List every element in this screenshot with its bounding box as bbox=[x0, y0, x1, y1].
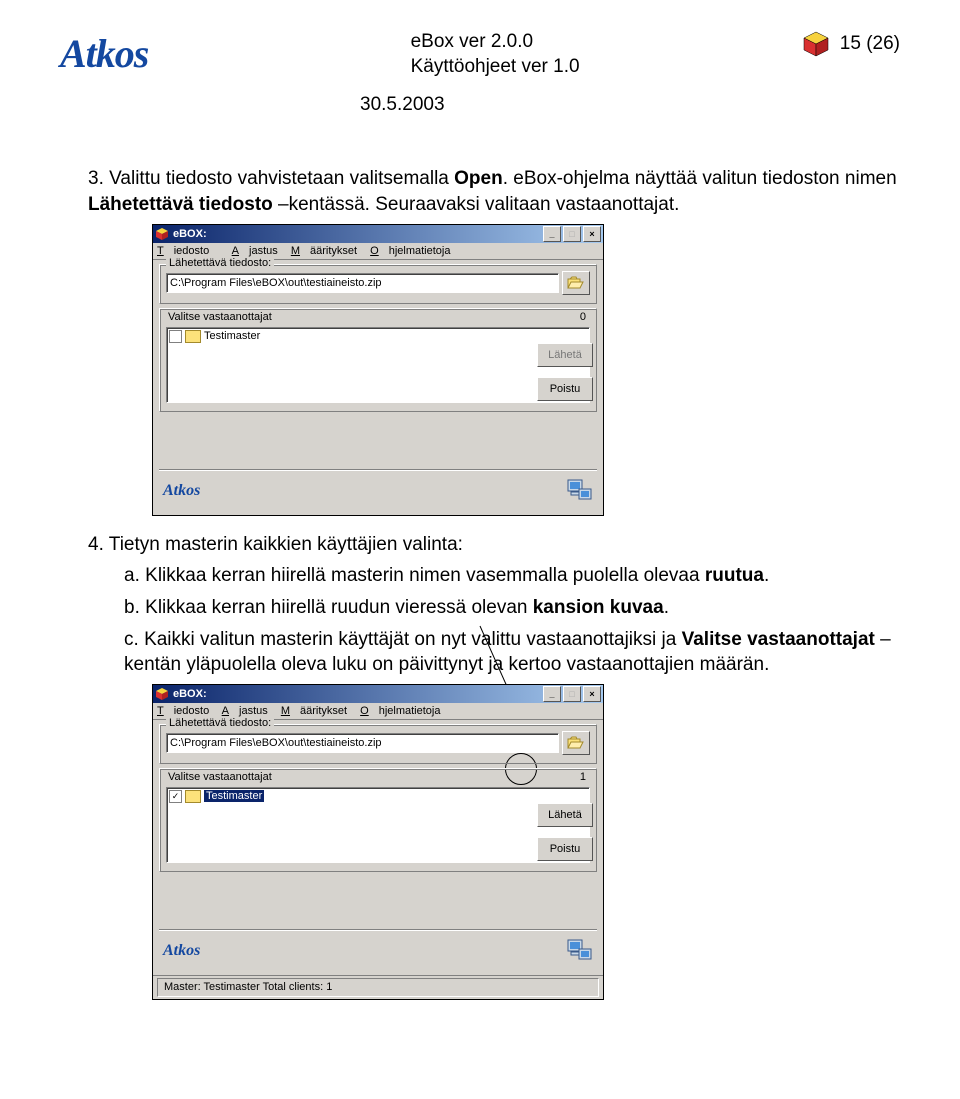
ebox-window-2: eBOX: _ □ × Tiedosto Ajastus Määritykset… bbox=[152, 684, 604, 1000]
file-groupbox: Lähetettävä tiedosto: C:\Program Files\e… bbox=[159, 724, 597, 764]
page-number: 15 (26) bbox=[840, 33, 900, 55]
brand-label: Atkos bbox=[163, 482, 200, 500]
menu-tiedosto[interactable]: Tiedosto bbox=[157, 705, 209, 717]
page-header: Atkos eBox ver 2.0.0 Käyttöohjeet ver 1.… bbox=[60, 30, 900, 79]
recipients-groupbox: Valitse vastaanottajat 0 Testimaster bbox=[159, 308, 597, 412]
statusbar: Master: Testimaster Total clients: 1 bbox=[153, 975, 603, 999]
header-line2: Käyttöohjeet ver 1.0 bbox=[411, 55, 580, 80]
menu-ajastus[interactable]: Ajastus bbox=[222, 705, 268, 717]
titlebar[interactable]: eBOX: _ □ × bbox=[153, 685, 603, 703]
list-item[interactable]: ✓ Testimaster bbox=[169, 790, 587, 803]
browse-button[interactable] bbox=[562, 731, 590, 755]
recipients-count: 1 bbox=[580, 771, 586, 783]
recipients-label: Valitse vastaanottajat bbox=[168, 311, 272, 323]
step-4: 4. Tietyn masterin kaikkien käyttäjien v… bbox=[88, 532, 900, 558]
file-group-label: Lähetettävä tiedosto: bbox=[166, 257, 274, 269]
folder-icon[interactable] bbox=[185, 790, 201, 803]
recipients-groupbox: Valitse vastaanottajat 1 ✓ Testimaster bbox=[159, 768, 597, 872]
step-3: 3. Valittu tiedosto vahvistetaan valitse… bbox=[88, 166, 900, 217]
minimize-button[interactable]: _ bbox=[543, 686, 561, 702]
menu-maaritykset[interactable]: Määritykset bbox=[291, 245, 357, 257]
header-info: eBox ver 2.0.0 Käyttöohjeet ver 1.0 bbox=[411, 30, 580, 79]
window-footer: Atkos bbox=[159, 930, 597, 971]
close-button[interactable]: × bbox=[583, 686, 601, 702]
computer-icon bbox=[565, 937, 593, 965]
ebox-window-1: eBOX: _ □ × Tiedosto Ajastus Määritykset… bbox=[152, 224, 604, 516]
menu-maaritykset[interactable]: Määritykset bbox=[281, 705, 347, 717]
maximize-button[interactable]: □ bbox=[563, 686, 581, 702]
folder-icon[interactable] bbox=[185, 330, 201, 343]
step-4b: b. Klikkaa kerran hiirellä ruudun vieres… bbox=[124, 595, 900, 621]
menu-ohjelmatietoja[interactable]: Ohjelmatietoja bbox=[370, 245, 450, 257]
brand-label: Atkos bbox=[163, 942, 200, 960]
cube-icon bbox=[802, 30, 830, 58]
open-folder-icon bbox=[567, 735, 585, 751]
logo: Atkos bbox=[60, 30, 148, 77]
exit-button[interactable]: Poistu bbox=[537, 837, 593, 861]
file-path-field[interactable]: C:\Program Files\eBOX\out\testiaineisto.… bbox=[166, 733, 559, 753]
header-right: 15 (26) bbox=[802, 30, 900, 58]
file-group-label: Lähetettävä tiedosto: bbox=[166, 717, 274, 729]
item-label: Testimaster bbox=[204, 790, 264, 802]
browse-button[interactable] bbox=[562, 271, 590, 295]
close-button[interactable]: × bbox=[583, 226, 601, 242]
file-path-field[interactable]: C:\Program Files\eBOX\out\testiaineisto.… bbox=[166, 273, 559, 293]
window-title: eBOX: bbox=[173, 688, 207, 700]
item-label: Testimaster bbox=[204, 330, 260, 342]
list-item[interactable]: Testimaster bbox=[169, 330, 587, 343]
window-title: eBOX: bbox=[173, 228, 207, 240]
open-folder-icon bbox=[567, 275, 585, 291]
minimize-button[interactable]: _ bbox=[543, 226, 561, 242]
file-groupbox: Lähetettävä tiedosto: C:\Program Files\e… bbox=[159, 264, 597, 304]
header-line1: eBox ver 2.0.0 bbox=[411, 30, 580, 55]
menu-ohjelmatietoja[interactable]: Ohjelmatietoja bbox=[360, 705, 440, 717]
app-icon bbox=[155, 227, 169, 241]
send-button[interactable]: Lähetä bbox=[537, 803, 593, 827]
item-checkbox[interactable] bbox=[169, 330, 182, 343]
menu-ajastus[interactable]: Ajastus bbox=[232, 245, 278, 257]
exit-button[interactable]: Poistu bbox=[537, 377, 593, 401]
recipients-listbox[interactable]: ✓ Testimaster bbox=[166, 787, 590, 863]
maximize-button[interactable]: □ bbox=[563, 226, 581, 242]
recipients-label: Valitse vastaanottajat bbox=[168, 771, 272, 783]
item-checkbox[interactable]: ✓ bbox=[169, 790, 182, 803]
computer-icon bbox=[565, 477, 593, 505]
menu-tiedosto[interactable]: Tiedosto bbox=[157, 245, 219, 257]
step-4a: a. Klikkaa kerran hiirellä masterin nime… bbox=[124, 563, 900, 589]
document-date: 30.5.2003 bbox=[360, 94, 900, 116]
status-text: Master: Testimaster Total clients: 1 bbox=[157, 978, 599, 997]
recipients-count: 0 bbox=[580, 311, 586, 323]
send-button[interactable]: Lähetä bbox=[537, 343, 593, 367]
window-footer: Atkos bbox=[159, 470, 597, 511]
app-icon bbox=[155, 687, 169, 701]
recipients-listbox[interactable]: Testimaster bbox=[166, 327, 590, 403]
step-4c: c. Kaikki valitun masterin käyttäjät on … bbox=[124, 627, 900, 678]
titlebar[interactable]: eBOX: _ □ × bbox=[153, 225, 603, 243]
